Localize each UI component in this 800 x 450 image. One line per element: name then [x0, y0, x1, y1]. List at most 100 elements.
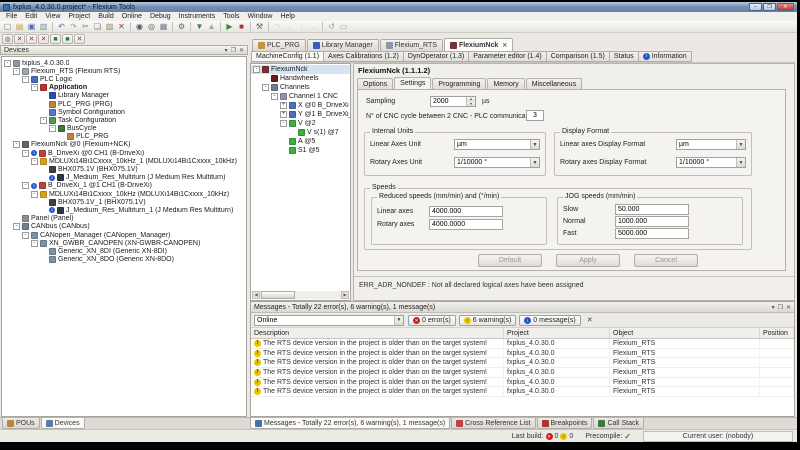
- device-tree-item[interactable]: 1J_Medium_Res_Multiturn (J Medium Res Mu…: [2, 174, 246, 182]
- dock-tab-cross-reference-list[interactable]: Cross Reference List: [451, 418, 535, 429]
- tab-dynoperator-1-3[interactable]: DynOperator (1.3): [404, 51, 469, 62]
- filter-0-error-s[interactable]: ✕0 error(s): [408, 315, 456, 326]
- tab-memory[interactable]: Memory: [487, 78, 524, 89]
- device-tree-item[interactable]: 1J_Medium_Res_Multiturn_1 (J Medium Res …: [2, 206, 246, 214]
- device-tree-item[interactable]: -MDLUXi14Bi1Cxxxx_10kHz_1 (MDLUXi14Bi1Cx…: [2, 157, 246, 165]
- collapse-icon[interactable]: -: [40, 117, 47, 124]
- dock-tab-pous[interactable]: POUs: [2, 418, 40, 429]
- panel-close-icon[interactable]: ✕: [239, 48, 244, 54]
- nck-tree-item[interactable]: +X @0 B_DriveXi: [251, 101, 350, 110]
- axes-unassigned-icon-2[interactable]: ✕: [26, 34, 37, 44]
- tab-parameter-editor-1-4[interactable]: Parameter editor (1.4): [469, 51, 546, 62]
- clear-messages-icon[interactable]: ✕: [587, 316, 593, 324]
- undo-icon[interactable]: ↶: [56, 22, 67, 32]
- messages-panel-header[interactable]: Messages - Totally 22 error(s), 6 warnin…: [251, 302, 794, 313]
- message-row[interactable]: !The RTS device version in the project i…: [251, 378, 794, 388]
- nck-tree-item[interactable]: S1 @5: [251, 146, 350, 155]
- message-row[interactable]: !The RTS device version in the project i…: [251, 368, 794, 378]
- panel-menu-icon[interactable]: ▾: [772, 305, 775, 311]
- collapse-icon[interactable]: -: [4, 60, 11, 67]
- collapse-icon[interactable]: -: [22, 76, 29, 83]
- drive-online-icon-1[interactable]: ■: [50, 34, 61, 44]
- menu-online[interactable]: Online: [118, 13, 146, 20]
- panel-menu-icon[interactable]: ▾: [225, 48, 228, 54]
- axes-unassigned-icon-3[interactable]: ✕: [38, 34, 49, 44]
- fast-input[interactable]: 5000.000: [615, 228, 689, 239]
- menu-view[interactable]: View: [41, 13, 64, 20]
- scroll-thumb[interactable]: [261, 291, 295, 299]
- close-button[interactable]: ✕: [777, 3, 794, 11]
- collapse-icon[interactable]: -: [22, 182, 29, 189]
- find-icon[interactable]: ◉: [134, 22, 145, 32]
- device-tree-item[interactable]: -CANopen_Manager (CANopen_Manager): [2, 231, 246, 239]
- menu-window[interactable]: Window: [244, 13, 277, 20]
- collapse-icon[interactable]: -: [13, 223, 20, 230]
- open-project-icon[interactable]: ▤: [14, 22, 25, 32]
- linear-display-format-select[interactable]: µm ▼: [676, 139, 746, 150]
- doc-tab-flexiumnck[interactable]: FlexiumNck✕: [444, 38, 513, 51]
- menu-file[interactable]: File: [2, 13, 21, 20]
- device-tree-item[interactable]: -fxplus_4.0.30.0: [2, 59, 246, 67]
- scroll-right-icon[interactable]: ▶: [341, 291, 349, 299]
- menu-build[interactable]: Build: [94, 13, 118, 20]
- dock-tab-messages-totally-22-error-s-6-warning-s-[interactable]: Messages - Totally 22 error(s), 6 warnin…: [250, 418, 450, 429]
- message-filter-dropdown[interactable]: Online ▼: [254, 315, 404, 326]
- doc-tab-plc-prg[interactable]: PLC_PRG: [252, 39, 306, 51]
- column-object[interactable]: Object: [610, 328, 760, 338]
- copy-icon[interactable]: ❏: [92, 22, 103, 32]
- menu-help[interactable]: Help: [276, 13, 298, 20]
- expand-icon[interactable]: +: [280, 102, 287, 109]
- device-tree-item[interactable]: -FlexiumNck @0 (Flexium+NCK): [2, 141, 246, 149]
- sampling-input[interactable]: 2000 ▲▼: [430, 96, 476, 107]
- device-tree-item[interactable]: -Application: [2, 84, 246, 92]
- drive-online-icon-2[interactable]: ■: [62, 34, 73, 44]
- collapse-icon[interactable]: -: [13, 68, 20, 75]
- collapse-icon[interactable]: -: [253, 66, 260, 73]
- device-tree-item[interactable]: Generic_XN_8DO (Generic XN-8DO): [2, 256, 246, 264]
- maximize-button[interactable]: ❐: [763, 3, 776, 11]
- device-tree-item[interactable]: Library Manager: [2, 92, 246, 100]
- nck-tree-item[interactable]: A @5: [251, 137, 350, 146]
- device-tree-item[interactable]: Panel (Panel): [2, 215, 246, 223]
- filter-6-warning-s[interactable]: !6 warning(s): [459, 315, 517, 326]
- reset-icon[interactable]: ↺: [326, 22, 337, 32]
- step-out-icon[interactable]: ↑: [296, 22, 307, 32]
- expand-icon[interactable]: +: [280, 111, 287, 118]
- tab-miscellaneous[interactable]: Miscellaneous: [526, 78, 582, 89]
- monitor-icon[interactable]: ▭: [338, 22, 349, 32]
- message-row[interactable]: !The RTS device version in the project i…: [251, 339, 794, 349]
- message-row[interactable]: !The RTS device version in the project i…: [251, 387, 794, 397]
- device-tree-item[interactable]: -1B_DriveXi @0 CH1 (B-DriveXi): [2, 149, 246, 157]
- collapse-icon[interactable]: -: [280, 120, 287, 127]
- options-icon[interactable]: ⚒: [254, 22, 265, 32]
- device-tree-item[interactable]: BHX075.1V (BHX075.1V): [2, 165, 246, 173]
- handwheel-tool-icon[interactable]: ◍: [2, 34, 13, 44]
- menu-debug[interactable]: Debug: [146, 13, 175, 20]
- collapse-icon[interactable]: -: [49, 125, 56, 132]
- device-tree-item[interactable]: -XN_GWBR_CANOPEN (XN-GWBR-CANOPEN): [2, 239, 246, 247]
- collapse-icon[interactable]: -: [31, 84, 38, 91]
- nck-tree-item[interactable]: Handwheels: [251, 74, 350, 83]
- doc-tab-library-manager[interactable]: Library Manager: [307, 39, 379, 51]
- scroll-left-icon[interactable]: ◀: [252, 291, 260, 299]
- cnc-cycle-input[interactable]: 3: [526, 110, 544, 121]
- dock-tab-call-stack[interactable]: Call Stack: [593, 418, 644, 429]
- menu-tools[interactable]: Tools: [219, 13, 243, 20]
- redo-icon[interactable]: ↷: [68, 22, 79, 32]
- column-position[interactable]: Position: [760, 328, 794, 338]
- tab-information[interactable]: iInformation: [639, 51, 692, 62]
- device-tree-item[interactable]: -MDLUXi14Bi1Cxxxx_10kHz (MDLUXi14Bi1Cxxx…: [2, 190, 246, 198]
- collapse-icon[interactable]: -: [31, 240, 38, 247]
- run-to-cursor-icon[interactable]: →: [308, 22, 319, 32]
- collapse-icon[interactable]: -: [13, 141, 20, 148]
- collapse-icon[interactable]: -: [271, 93, 278, 100]
- tab-programming[interactable]: Programming: [432, 78, 486, 89]
- device-tree-item[interactable]: -BusCycle: [2, 125, 246, 133]
- axes-unassigned-icon-4[interactable]: ✕: [74, 34, 85, 44]
- build-icon[interactable]: ⚙: [176, 22, 187, 32]
- nck-tree-item[interactable]: -FlexiumNck: [251, 65, 350, 74]
- device-tree-item[interactable]: -PLC Logic: [2, 75, 246, 83]
- tab-status[interactable]: Status: [610, 51, 639, 62]
- dock-tab-breakpoints[interactable]: Breakpoints: [537, 418, 593, 429]
- device-tree-item[interactable]: -Flexium_RTS (Flexium RTS): [2, 67, 246, 75]
